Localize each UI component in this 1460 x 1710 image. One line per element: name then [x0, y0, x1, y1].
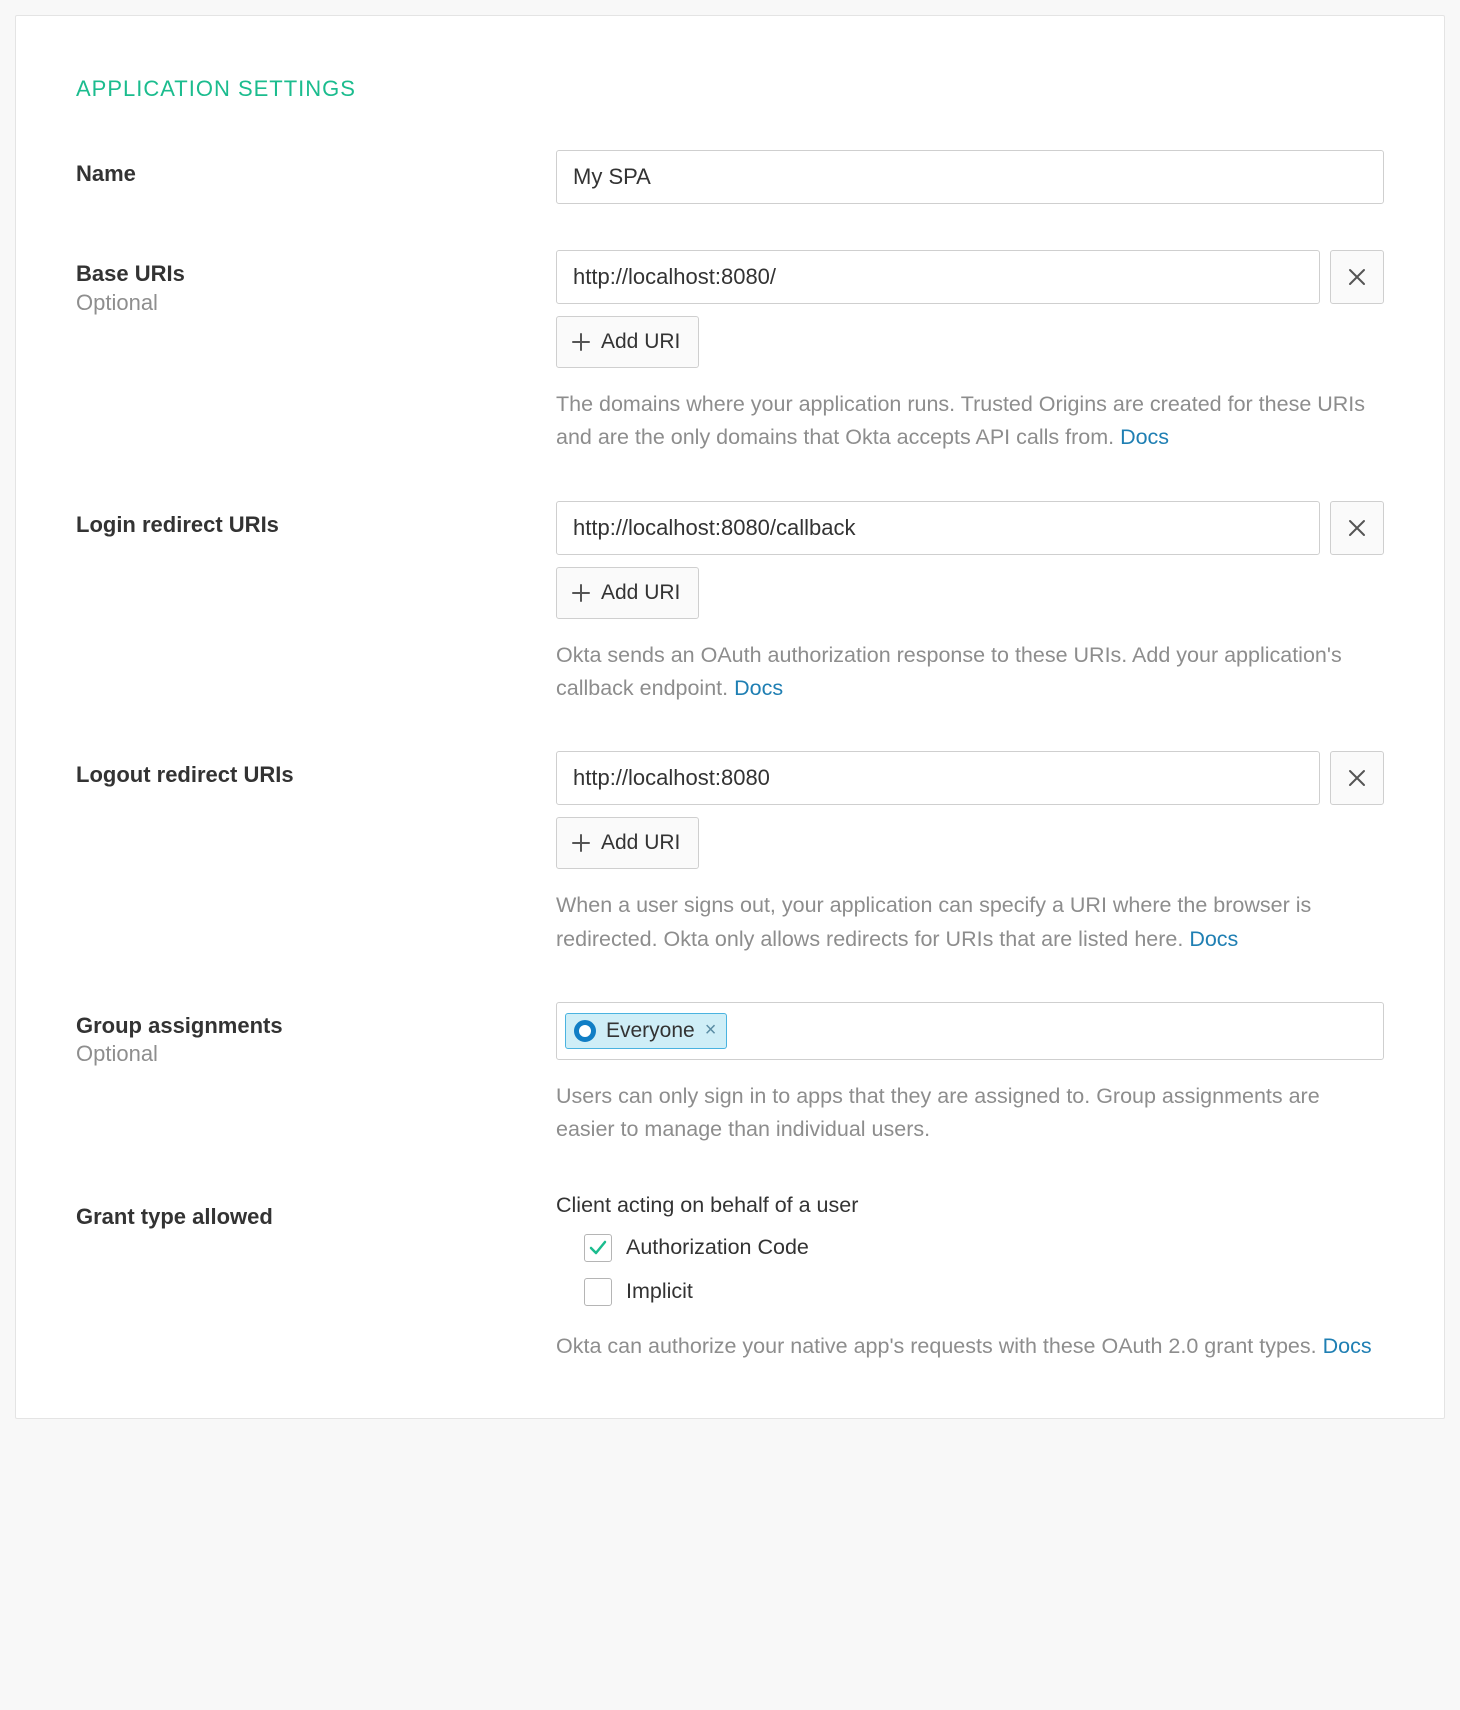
remove-login-uri-button[interactable] — [1330, 501, 1384, 555]
groups-label: Group assignments — [76, 1012, 556, 1041]
close-icon — [1348, 268, 1366, 286]
add-base-uri-button[interactable]: Add URI — [556, 316, 699, 368]
group-assignments-input[interactable]: Everyone × — [556, 1002, 1384, 1060]
grant-help: Okta can authorize your native app's req… — [556, 1330, 1384, 1363]
row-login-uris: Login redirect URIs Add URI Okta sends a… — [76, 501, 1384, 706]
row-logout-uris: Logout redirect URIs Add URI When a user… — [76, 751, 1384, 956]
checkbox-implicit-label: Implicit — [626, 1279, 693, 1304]
application-settings-panel: APPLICATION SETTINGS Name Base URIs Opti… — [15, 15, 1445, 1419]
grant-label: Grant type allowed — [76, 1203, 556, 1232]
grant-help-text: Okta can authorize your native app's req… — [556, 1334, 1323, 1358]
remove-logout-uri-button[interactable] — [1330, 751, 1384, 805]
logout-uris-label: Logout redirect URIs — [76, 761, 556, 790]
row-name: Name — [76, 150, 1384, 204]
add-login-uri-label: Add URI — [601, 581, 680, 605]
grant-docs-link[interactable]: Docs — [1323, 1334, 1372, 1358]
base-uri-input[interactable] — [556, 250, 1320, 304]
login-uris-help-text: Okta sends an OAuth authorization respon… — [556, 643, 1342, 700]
plus-icon — [571, 332, 591, 352]
row-base-uris: Base URIs Optional Add URI The domains w… — [76, 250, 1384, 455]
name-input[interactable] — [556, 150, 1384, 204]
add-base-uri-label: Add URI — [601, 330, 680, 354]
remove-group-token-button[interactable]: × — [705, 1019, 717, 1042]
close-icon — [1348, 769, 1366, 787]
logout-uris-help: When a user signs out, your application … — [556, 889, 1384, 956]
base-uris-label: Base URIs — [76, 260, 556, 289]
row-grant-type: Grant type allowed Client acting on beha… — [76, 1193, 1384, 1363]
login-uris-docs-link[interactable]: Docs — [734, 676, 783, 700]
group-ring-icon — [574, 1020, 596, 1042]
login-uri-input[interactable] — [556, 501, 1320, 555]
add-login-uri-button[interactable]: Add URI — [556, 567, 699, 619]
section-title: APPLICATION SETTINGS — [76, 76, 1384, 102]
add-logout-uri-label: Add URI — [601, 831, 680, 855]
base-uris-docs-link[interactable]: Docs — [1120, 425, 1169, 449]
close-icon — [1348, 519, 1366, 537]
grant-subheading: Client acting on behalf of a user — [556, 1193, 1384, 1218]
login-uris-label: Login redirect URIs — [76, 511, 556, 540]
name-label: Name — [76, 160, 556, 189]
base-uris-optional: Optional — [76, 289, 556, 318]
base-uris-help-text: The domains where your application runs.… — [556, 392, 1365, 449]
group-token-label: Everyone — [606, 1019, 695, 1043]
check-icon — [588, 1238, 608, 1258]
checkbox-authorization-code[interactable] — [584, 1234, 612, 1262]
base-uris-help: The domains where your application runs.… — [556, 388, 1384, 455]
plus-icon — [571, 583, 591, 603]
plus-icon — [571, 833, 591, 853]
login-uris-help: Okta sends an OAuth authorization respon… — [556, 639, 1384, 706]
group-token-everyone: Everyone × — [565, 1013, 727, 1049]
remove-base-uri-button[interactable] — [1330, 250, 1384, 304]
groups-help: Users can only sign in to apps that they… — [556, 1080, 1384, 1147]
add-logout-uri-button[interactable]: Add URI — [556, 817, 699, 869]
logout-uris-docs-link[interactable]: Docs — [1189, 927, 1238, 951]
row-group-assignments: Group assignments Optional Everyone × Us… — [76, 1002, 1384, 1147]
checkbox-implicit[interactable] — [584, 1278, 612, 1306]
logout-uri-input[interactable] — [556, 751, 1320, 805]
checkbox-authorization-code-label: Authorization Code — [626, 1235, 809, 1260]
groups-optional: Optional — [76, 1040, 556, 1069]
